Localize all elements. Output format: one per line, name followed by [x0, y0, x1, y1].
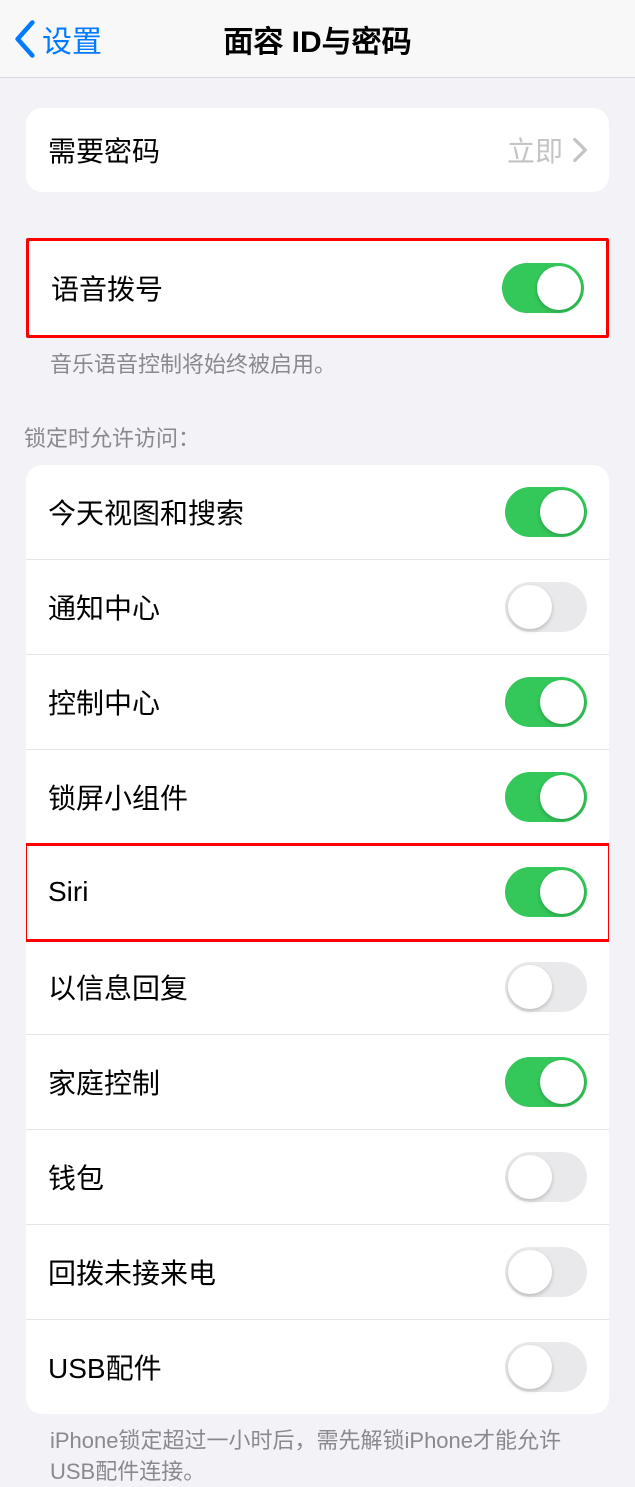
locked-access-label: 以信息回复 — [48, 967, 188, 1007]
chevron-right-icon — [573, 138, 587, 162]
voice-dial-row: 语音拨号 — [29, 241, 606, 335]
locked-access-row: Siri — [26, 845, 609, 940]
locked-access-label: 钱包 — [48, 1157, 104, 1197]
require-passcode-value: 立即 — [507, 130, 563, 170]
back-button[interactable]: 设置 — [0, 17, 102, 61]
voice-dial-group: 语音拨号 — [26, 238, 609, 338]
voice-dial-toggle[interactable] — [502, 263, 584, 313]
locked-access-toggle[interactable] — [505, 962, 587, 1012]
require-passcode-row[interactable]: 需要密码 立即 — [26, 108, 609, 192]
passcode-group: 需要密码 立即 — [26, 108, 609, 192]
locked-access-label: 今天视图和搜索 — [48, 492, 244, 532]
header-bar: 设置 面容 ID与密码 — [0, 0, 635, 78]
locked-access-footer: iPhone锁定超过一小时后，需先解锁iPhone才能允许USB配件连接。 — [26, 1414, 609, 1487]
back-label: 设置 — [42, 17, 102, 61]
locked-access-header: 锁定时允许访问： — [0, 421, 635, 465]
voice-dial-label: 语音拨号 — [51, 268, 163, 308]
locked-access-group: 今天视图和搜索通知中心控制中心锁屏小组件 Siri 以信息回复家庭控制钱包回拨未接来… — [26, 465, 609, 1414]
locked-access-toggle[interactable] — [505, 487, 587, 537]
locked-access-toggle[interactable] — [505, 582, 587, 632]
locked-access-label: 控制中心 — [48, 682, 160, 722]
locked-access-row: 以信息回复 — [26, 940, 609, 1035]
voice-dial-footer: 音乐语音控制将始终被启用。 — [26, 338, 609, 381]
locked-access-row: 锁屏小组件 — [26, 750, 609, 845]
chevron-left-icon — [14, 20, 36, 58]
locked-access-toggle[interactable] — [505, 677, 587, 727]
require-passcode-label: 需要密码 — [48, 130, 160, 170]
locked-access-row: USB配件 — [26, 1320, 609, 1414]
locked-access-label: 通知中心 — [48, 587, 160, 627]
locked-access-row: 通知中心 — [26, 560, 609, 655]
content: 需要密码 立即 语音拨号 音乐语音控制将始终被启用。 锁定时允许访问： 今天视 — [0, 108, 635, 1487]
locked-access-label: 回拨未接来电 — [48, 1252, 216, 1292]
locked-access-row: 控制中心 — [26, 655, 609, 750]
locked-access-label: Siri — [48, 876, 88, 908]
locked-access-toggle[interactable] — [505, 1152, 587, 1202]
locked-access-toggle[interactable] — [505, 1057, 587, 1107]
locked-access-row: 今天视图和搜索 — [26, 465, 609, 560]
locked-access-toggle[interactable] — [505, 1342, 587, 1392]
locked-access-label: 家庭控制 — [48, 1062, 160, 1102]
locked-access-row: 回拨未接来电 — [26, 1225, 609, 1320]
locked-access-label: 锁屏小组件 — [48, 777, 188, 817]
locked-access-toggle[interactable] — [505, 1247, 587, 1297]
locked-access-label: USB配件 — [48, 1347, 162, 1387]
locked-access-toggle[interactable] — [505, 867, 587, 917]
locked-access-row: 家庭控制 — [26, 1035, 609, 1130]
locked-access-toggle[interactable] — [505, 772, 587, 822]
locked-access-row: 钱包 — [26, 1130, 609, 1225]
